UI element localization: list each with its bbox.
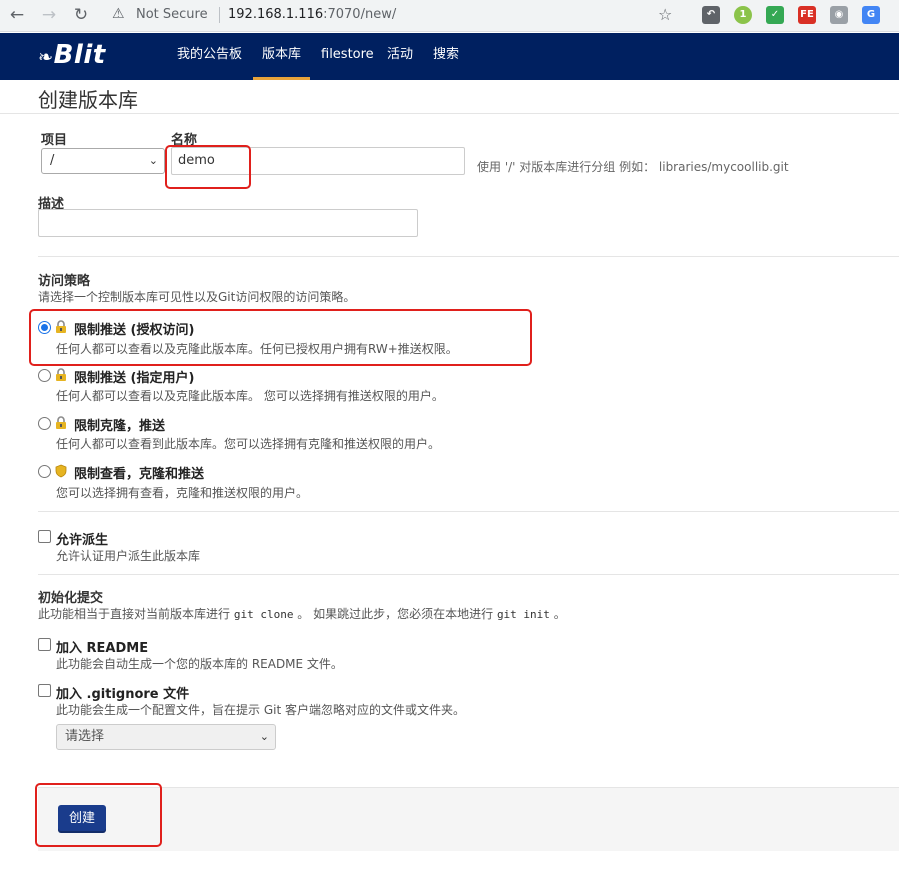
add-readme-checkbox[interactable] bbox=[38, 638, 51, 651]
nav-repositories[interactable]: 版本库 bbox=[253, 33, 311, 80]
allow-fork-title: 允许派生 bbox=[56, 533, 109, 548]
lock-icon bbox=[56, 416, 66, 429]
page-title: 创建版本库 bbox=[38, 88, 138, 112]
access-option-desc: 您可以选择拥有查看，克隆和推送权限的用户。 bbox=[56, 486, 309, 500]
section-divider bbox=[38, 574, 899, 575]
omnibox-divider bbox=[219, 7, 220, 23]
name-hint: 使用 '/' 对版本库进行分组 例如： libraries/mycoollib.… bbox=[477, 160, 789, 174]
security-label: Not Secure bbox=[136, 7, 208, 22]
browser-toolbar: ← → ↻ ⚠ Not Secure 192.168.1.116:7070/ne… bbox=[0, 0, 899, 32]
title-divider bbox=[0, 113, 899, 114]
add-gitignore-desc: 此功能会生成一个配置文件，旨在提示 Git 客户端忽略对应的文件或文件夹。 bbox=[56, 703, 465, 717]
extension-translate-icon[interactable]: G bbox=[862, 6, 880, 24]
annotation-box-access bbox=[29, 309, 532, 366]
add-readme-desc: 此功能会自动生成一个您的版本库的 README 文件。 bbox=[56, 657, 343, 671]
access-option-desc: 任何人都可以查看以及克隆此版本库。 您可以选择拥有推送权限的用户。 bbox=[56, 389, 444, 403]
init-commit-title: 初始化提交 bbox=[38, 591, 104, 606]
description-input[interactable] bbox=[38, 209, 418, 237]
section-divider bbox=[38, 511, 899, 512]
extension-undo-icon[interactable]: ↶ bbox=[702, 6, 720, 24]
chevron-down-icon: ⌄ bbox=[148, 154, 158, 167]
project-label: 项目 bbox=[41, 133, 68, 148]
annotation-box-name bbox=[165, 145, 251, 189]
address-bar[interactable]: ⚠ Not Secure 192.168.1.116:7070/new/ ☆ bbox=[102, 2, 690, 28]
allow-fork-desc: 允许认证用户派生此版本库 bbox=[56, 549, 201, 563]
shield-icon bbox=[55, 464, 67, 478]
access-option-title: 限制克隆，推送 bbox=[74, 419, 166, 434]
extension-fe-icon[interactable]: FE bbox=[798, 6, 816, 24]
access-option-title: 限制查看，克隆和推送 bbox=[74, 467, 205, 482]
init-commit-desc: 此功能相当于直接对当前版本库进行 git clone 。 如果跳过此步，您必须在… bbox=[38, 607, 566, 621]
access-radio-view-clone-push[interactable] bbox=[38, 465, 51, 478]
gitblit-logo[interactable]: ❧Blit bbox=[38, 40, 106, 70]
form-actions-bar bbox=[38, 787, 899, 851]
nav-activity[interactable]: 活动 bbox=[387, 33, 413, 80]
bookmark-star-icon[interactable]: ☆ bbox=[658, 5, 672, 24]
access-option-desc: 任何人都可以查看到此版本库。您可以选择拥有克隆和推送权限的用户。 bbox=[56, 437, 441, 451]
url-text: 192.168.1.116:7070/new/ bbox=[228, 7, 397, 22]
nav-dashboard[interactable]: 我的公告板 bbox=[177, 33, 242, 80]
access-policy-title: 访问策略 bbox=[38, 274, 91, 289]
extension-camera-icon[interactable]: ◉ bbox=[830, 6, 848, 24]
gitignore-select[interactable]: 请选择 ⌄ bbox=[56, 724, 276, 750]
forward-icon[interactable]: → bbox=[38, 4, 60, 26]
reload-icon[interactable]: ↻ bbox=[70, 4, 92, 26]
project-select[interactable]: / ⌄ bbox=[41, 148, 165, 174]
add-gitignore-title: 加入 .gitignore 文件 bbox=[56, 687, 190, 702]
add-readme-title: 加入 README bbox=[56, 641, 149, 656]
allow-fork-checkbox[interactable] bbox=[38, 530, 51, 543]
annotation-box-create bbox=[35, 783, 162, 847]
add-gitignore-checkbox[interactable] bbox=[38, 684, 51, 697]
lock-icon bbox=[56, 368, 66, 381]
section-divider bbox=[38, 256, 899, 257]
chevron-down-icon: ⌄ bbox=[259, 730, 269, 743]
access-policy-desc: 请选择一个控制版本库可见性以及Git访问权限的访问策略。 bbox=[38, 290, 356, 304]
warning-icon: ⚠ bbox=[112, 6, 125, 22]
back-icon[interactable]: ← bbox=[6, 4, 28, 26]
extension-shield-icon[interactable]: ✓ bbox=[766, 6, 784, 24]
nav-search[interactable]: 搜索 bbox=[433, 33, 459, 80]
nav-filestore[interactable]: filestore bbox=[321, 33, 374, 80]
extension-badge-icon[interactable]: 1 bbox=[734, 6, 752, 24]
access-radio-clone-push[interactable] bbox=[38, 417, 51, 430]
access-option-title: 限制推送 (指定用户) bbox=[74, 371, 195, 386]
app-navbar: ❧Blit 我的公告板 版本库 filestore 活动 搜索 bbox=[0, 33, 899, 80]
access-radio-named-push[interactable] bbox=[38, 369, 51, 382]
